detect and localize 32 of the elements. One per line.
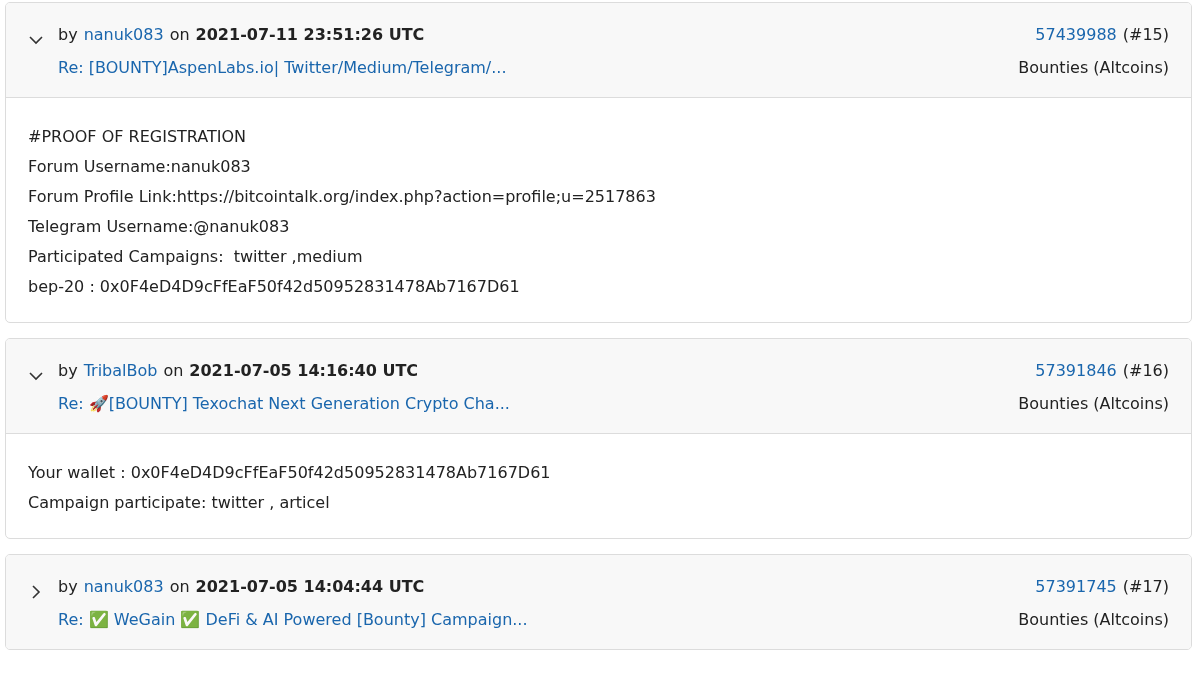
author-link[interactable]: TribalBob bbox=[83, 361, 158, 380]
post-text-line: Campaign participate: twitter , articel bbox=[28, 492, 331, 514]
post-id-link[interactable]: 57391846 bbox=[1035, 361, 1117, 380]
by-label: by bbox=[58, 361, 78, 380]
post-text-line: Telegram Username:@nanuk083 bbox=[28, 216, 291, 238]
post-number: (#15) bbox=[1122, 25, 1169, 44]
post-date: 2021-07-05 14:16:40 UTC bbox=[189, 361, 419, 380]
post-number: (#16) bbox=[1122, 361, 1169, 380]
post-number: (#17) bbox=[1122, 577, 1169, 596]
by-label: by bbox=[58, 25, 78, 44]
topic-link[interactable]: Re: ✅ WeGain ✅ DeFi & AI Powered [Bounty] Campaign... bbox=[58, 610, 528, 629]
author-link[interactable]: nanuk083 bbox=[83, 25, 164, 44]
post-text-line: Your wallet : 0x0F4eD4D9cFfEaF50f42d50952831478Ab7167D61 bbox=[28, 462, 552, 484]
by-label: by bbox=[58, 577, 78, 596]
board-name: Bounties (Altcoins) bbox=[1018, 610, 1169, 629]
board-name: Bounties (Altcoins) bbox=[1018, 58, 1169, 77]
post-text-line: Forum Username:nanuk083 bbox=[28, 156, 252, 178]
post-date: 2021-07-05 14:04:44 UTC bbox=[195, 577, 425, 596]
author-link[interactable]: nanuk083 bbox=[83, 577, 164, 596]
board-name: Bounties (Altcoins) bbox=[1018, 394, 1169, 413]
on-label: on bbox=[169, 25, 190, 44]
post-text-line: Forum Profile Link:https://bitcointalk.org/index.php?action=profile;u=2517863 bbox=[28, 186, 657, 208]
on-label: on bbox=[163, 361, 184, 380]
post-id-link[interactable]: 57391745 bbox=[1035, 577, 1117, 596]
post-text-line: bep-20 : 0x0F4eD4D9cFfEaF50f42d50952831478Ab7167D61 bbox=[28, 276, 521, 298]
post-date: 2021-07-11 23:51:26 UTC bbox=[195, 25, 425, 44]
post-text-line: Participated Campaigns: twitter ,medium bbox=[28, 246, 364, 268]
on-label: on bbox=[169, 577, 190, 596]
post-id-link[interactable]: 57439988 bbox=[1035, 25, 1117, 44]
topic-link[interactable]: Re: 🚀[BOUNTY] Texochat Next Generation Crypto Cha... bbox=[58, 394, 510, 413]
topic-link[interactable]: Re: [BOUNTY]AspenLabs.io| Twitter/Medium/Telegram/... bbox=[58, 58, 507, 77]
post-text-line: #PROOF OF REGISTRATION bbox=[28, 126, 248, 148]
